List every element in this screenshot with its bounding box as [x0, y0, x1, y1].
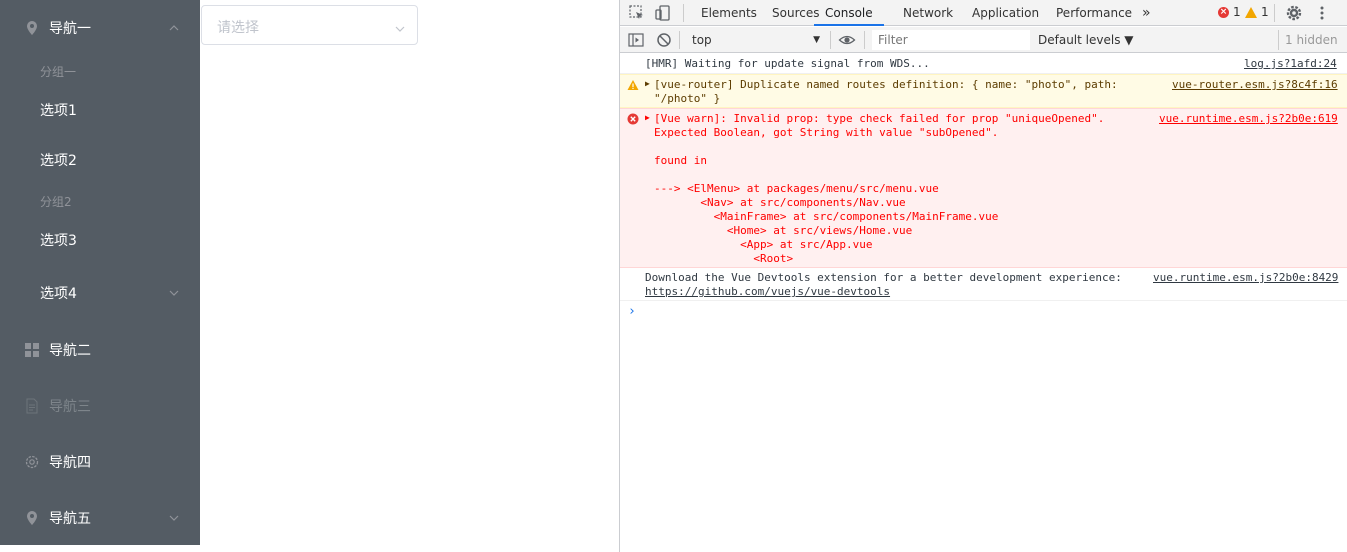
location-icon [23, 19, 41, 37]
show-sidebar-icon[interactable] [627, 31, 645, 53]
console-message-source[interactable]: log.js?1afd:24 [1244, 57, 1337, 71]
gear-icon [23, 453, 41, 471]
console-message-link[interactable]: https://github.com/vuejs/vue-devtools [645, 285, 890, 299]
warning-count-badge[interactable]: 1 [1245, 5, 1269, 19]
tab-performance[interactable]: Performance [1056, 0, 1132, 26]
context-selector-value: top [692, 33, 712, 47]
nav-item-4-label: 导航四 [49, 455, 91, 471]
error-count: 1 [1233, 5, 1241, 19]
console-message-error: ▶ [Vue warn]: Invalid prop: type check f… [620, 108, 1347, 268]
settings-gear-icon[interactable] [1285, 4, 1303, 22]
nav-item-2-label: 导航二 [49, 343, 91, 359]
tab-sources[interactable]: Sources [772, 0, 819, 26]
tab-application[interactable]: Application [972, 0, 1039, 26]
nav-item-4[interactable]: 导航四 [0, 434, 200, 490]
error-icon [627, 113, 639, 125]
console-message-text: [Vue warn]: Invalid prop: type check fai… [654, 112, 1105, 265]
devtools-tabbar: Elements Sources Console Network Applica… [620, 0, 1347, 26]
expand-triangle-icon[interactable]: ▶ [645, 113, 650, 122]
more-options-icon[interactable] [1313, 4, 1331, 22]
clear-console-icon[interactable] [655, 31, 673, 53]
log-levels-dropdown[interactable]: Default levels ▼ [1038, 30, 1134, 50]
devtools-panel: Elements Sources Console Network Applica… [619, 0, 1347, 552]
nav-item-5-label: 导航五 [49, 511, 91, 527]
select-dropdown[interactable]: 请选择 [201, 5, 418, 45]
grid-menu-icon [23, 341, 41, 359]
console-message-text: [vue-router] Duplicate named routes defi… [654, 78, 1118, 105]
console-message-source[interactable]: vue-router.esm.js?8c4f:16 [1172, 78, 1338, 92]
menu-item-option-3[interactable]: 选项3 [0, 215, 200, 265]
more-tabs-button[interactable]: » [1142, 0, 1151, 26]
expand-triangle-icon[interactable]: ▶ [645, 79, 650, 88]
console-message-source[interactable]: vue.runtime.esm.js?2b0e:619 [1159, 112, 1338, 126]
chevron-down-icon [394, 20, 406, 32]
console-message-text: Download the Vue Devtools extension for … [645, 271, 1122, 284]
console-prompt[interactable]: › [628, 304, 636, 319]
error-count-badge[interactable]: × 1 [1218, 5, 1241, 19]
warning-icon [1245, 6, 1257, 18]
inspect-element-icon[interactable] [628, 4, 646, 22]
menu-group-title-2: 分组2 [40, 195, 72, 209]
chevron-down-icon [168, 287, 180, 299]
context-selector[interactable]: top ▼ [686, 30, 826, 50]
warning-icon [627, 79, 639, 91]
sidebar-menu: 导航一 分组一 选项1 选项2 分组2 选项3 选项4 导航二 导航三 导航四 … [0, 0, 200, 545]
nav-item-1[interactable]: 导航一 [0, 0, 200, 56]
console-filter-input[interactable] [872, 30, 1030, 50]
caret-down-icon: ▼ [813, 35, 820, 45]
console-message-warning: ▶ [vue-router] Duplicate named routes de… [620, 74, 1347, 108]
tab-console[interactable]: Console [814, 0, 884, 26]
chevron-down-icon [168, 512, 180, 524]
submenu-option-4[interactable]: 选项4 [0, 265, 200, 321]
error-icon: × [1218, 6, 1229, 18]
nav-item-2[interactable]: 导航二 [0, 322, 200, 378]
console-message-text: [HMR] Waiting for update signal from WDS… [645, 57, 930, 70]
nav-item-1-label: 导航一 [49, 21, 91, 37]
tab-elements[interactable]: Elements [701, 0, 757, 26]
console-message-source[interactable]: vue.runtime.esm.js?2b0e:8429 [1153, 271, 1338, 285]
menu-group-title-1: 分组一 [40, 65, 77, 79]
menu-item-option-1[interactable]: 选项1 [0, 85, 200, 135]
nav-item-5[interactable]: 导航五 [0, 490, 200, 546]
console-message: Download the Vue Devtools extension for … [620, 268, 1347, 301]
hidden-messages-count: 1 hidden [1278, 30, 1338, 50]
tab-network[interactable]: Network [903, 0, 953, 26]
document-icon [23, 397, 41, 415]
console-toolbar: top ▼ Default levels ▼ 1 hidden [620, 27, 1347, 53]
chevron-up-icon [168, 22, 180, 34]
submenu-option-4-label: 选项4 [40, 286, 77, 302]
location-icon [23, 509, 41, 527]
eye-icon[interactable] [838, 31, 856, 53]
nav-item-3-label: 导航三 [49, 399, 91, 415]
select-placeholder: 请选择 [217, 20, 259, 36]
nav-item-3-disabled: 导航三 [0, 378, 200, 434]
device-toolbar-icon[interactable] [654, 4, 672, 22]
warning-count: 1 [1261, 5, 1269, 19]
menu-item-option-2[interactable]: 选项2 [0, 135, 200, 185]
console-message: [HMR] Waiting for update signal from WDS… [620, 54, 1347, 74]
